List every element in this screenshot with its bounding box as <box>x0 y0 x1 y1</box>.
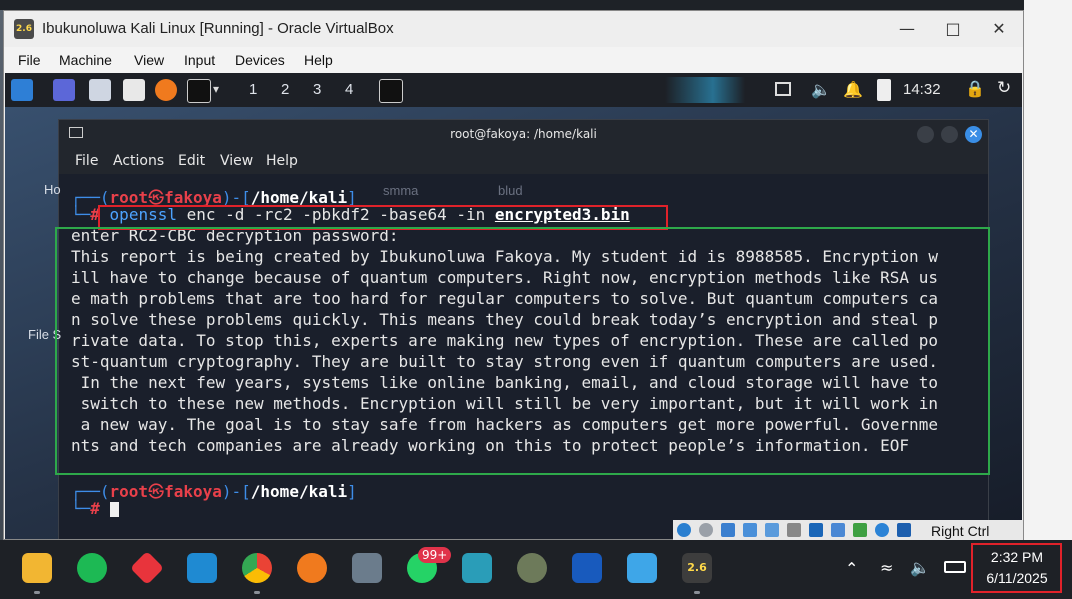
terminal-icon[interactable] <box>187 79 211 103</box>
battery-tray-icon[interactable] <box>944 561 966 573</box>
kali-menu-icon[interactable] <box>11 79 33 101</box>
speaker-icon[interactable]: 🔈 <box>910 558 930 577</box>
lock-icon[interactable]: 🔒 <box>965 79 985 98</box>
terminal-close-icon[interactable]: ✕ <box>965 126 982 143</box>
tray-chevron-up-icon[interactable]: ⌃ <box>845 559 858 578</box>
terminal-menu-actions[interactable]: Actions <box>113 153 164 169</box>
terminal-titlebar[interactable]: root@fakoya: /home/kali ✕ <box>59 120 988 148</box>
mouse-integration-icon[interactable] <box>875 523 889 537</box>
bell-icon[interactable]: 🔔 <box>843 80 863 99</box>
terminal-menu-file[interactable]: File <box>75 153 98 169</box>
recording-icon[interactable] <box>831 523 845 537</box>
cpu-graph <box>665 77 745 103</box>
vbox-menu-input[interactable]: Input <box>184 52 215 68</box>
keyboard-app-icon[interactable] <box>352 553 382 583</box>
text-cursor <box>109 502 119 517</box>
usb-icon[interactable] <box>765 523 779 537</box>
power-icon[interactable]: ↻ <box>997 78 1011 98</box>
vbox-menu-help[interactable]: Help <box>304 52 333 68</box>
vbox-window-title: Ibukunoluwa Kali Linux [Running] - Oracl… <box>42 20 394 37</box>
show-desktop-icon[interactable] <box>53 79 75 101</box>
network-icon[interactable] <box>743 523 757 537</box>
text-editor-icon[interactable] <box>123 79 145 101</box>
prompt-symbol: ㉿ <box>148 482 165 501</box>
audio-icon[interactable] <box>721 523 735 537</box>
host-desktop-right-area <box>1024 0 1072 540</box>
terminal-menu-edit[interactable]: Edit <box>178 153 205 169</box>
volume-icon[interactable]: 🔈 <box>811 80 831 99</box>
command-line-2[interactable]: └─# <box>71 499 119 518</box>
firefox-taskbar-icon[interactable] <box>297 553 327 583</box>
workspace-1[interactable]: 1 <box>249 81 257 98</box>
workspace-3[interactable]: 3 <box>313 81 321 98</box>
clock-highlight-box <box>971 543 1062 593</box>
chrome-icon[interactable] <box>242 553 272 583</box>
workspace-2[interactable]: 2 <box>281 81 289 98</box>
vbox-menubar: File Machine View Input Devices Help <box>4 47 1023 73</box>
terminal-minimize-icon[interactable] <box>917 126 934 143</box>
output-highlight-box <box>55 227 990 475</box>
vbox-menu-machine[interactable]: Machine <box>59 52 112 68</box>
close-icon[interactable]: ✕ <box>976 11 1022 47</box>
vbox-titlebar[interactable]: 2.6 Ibukunoluwa Kali Linux [Running] - O… <box>4 11 1023 47</box>
optical-drive-icon[interactable] <box>699 523 713 537</box>
shared-folders-icon[interactable] <box>787 523 801 537</box>
minimize-icon[interactable]: — <box>884 11 930 47</box>
chevron-down-icon[interactable]: ▾ <box>213 82 219 96</box>
desktop-hint-text: blud <box>498 183 523 198</box>
terminal-menubar: File Actions Edit View Help <box>59 148 988 174</box>
firefox-icon[interactable] <box>155 79 177 101</box>
prompt-host: fakoya <box>164 482 222 501</box>
file-explorer-icon[interactable] <box>22 553 52 583</box>
file-manager-icon[interactable] <box>89 79 111 101</box>
vbox-menu-devices[interactable]: Devices <box>235 52 285 68</box>
wireshark-icon[interactable] <box>517 553 547 583</box>
host-key-label: Right Ctrl <box>931 523 990 539</box>
word-icon[interactable] <box>572 553 602 583</box>
vbox-menu-view[interactable]: View <box>134 52 164 68</box>
vbox-menu-file[interactable]: File <box>18 52 41 68</box>
display-icon[interactable] <box>775 82 791 96</box>
vbox-statusbar: Right Ctrl <box>673 520 1023 542</box>
kali-top-panel: ▾ 1 2 3 4 🔈 🔔 14:32 🔒 ↻ <box>5 73 1022 107</box>
virtualbox-taskbar-icon[interactable]: 2.6 <box>682 553 712 583</box>
whatsapp-badge: 99+ <box>418 547 452 563</box>
terminal-menu-view[interactable]: View <box>220 153 253 169</box>
kali-clock[interactable]: 14:32 <box>903 81 941 98</box>
desktop-hint-text: smma <box>383 183 419 198</box>
terminal-maximize-icon[interactable] <box>941 126 958 143</box>
prompt-hash: # <box>90 499 100 518</box>
display-status-icon[interactable] <box>809 523 823 537</box>
workspace-4[interactable]: 4 <box>345 81 353 98</box>
wifi-icon[interactable]: ≈ <box>880 558 893 577</box>
keyboard-capture-icon[interactable] <box>897 523 911 537</box>
battery-icon[interactable] <box>877 79 891 101</box>
visual-studio-icon[interactable] <box>462 553 492 583</box>
vscode-icon[interactable] <box>187 553 217 583</box>
terminal-title: root@fakoya: /home/kali <box>450 127 597 141</box>
host-top-strip <box>0 0 1072 10</box>
spotify-icon[interactable] <box>77 553 107 583</box>
terminal-task-icon[interactable] <box>379 79 403 103</box>
running-indicator <box>254 591 260 594</box>
cpu-status-icon[interactable] <box>853 523 867 537</box>
virtualbox-app-icon: 2.6 <box>14 19 34 39</box>
host-desktop-label: Ho <box>44 182 61 197</box>
running-indicator <box>34 591 40 594</box>
hdd-icon[interactable] <box>677 523 691 537</box>
maximize-icon[interactable]: □ <box>930 11 976 47</box>
prompt-path: /home/kali <box>250 482 348 501</box>
notepad-icon[interactable] <box>627 553 657 583</box>
running-indicator <box>694 591 700 594</box>
terminal-menu-help[interactable]: Help <box>266 153 298 169</box>
